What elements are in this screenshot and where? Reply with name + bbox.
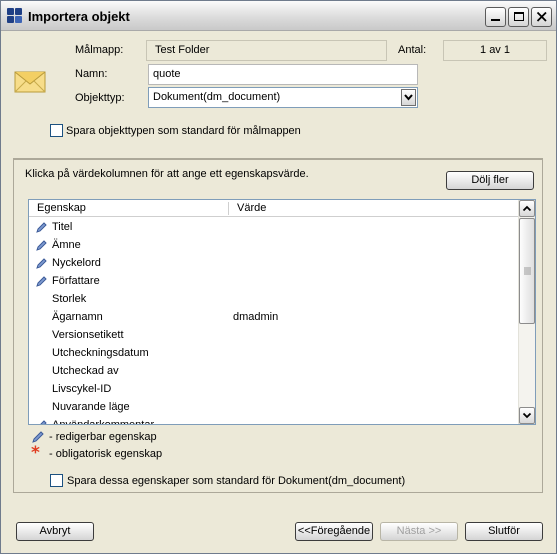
- property-name: Nuvarande läge: [52, 401, 130, 413]
- scroll-up-button[interactable]: [519, 200, 535, 217]
- property-value[interactable]: [233, 275, 513, 289]
- legend-required: - obligatorisk egenskap: [49, 448, 163, 460]
- property-name: Storlek: [52, 293, 87, 305]
- maximize-icon: [514, 12, 524, 21]
- cancel-button[interactable]: Avbryt: [16, 522, 94, 541]
- pencil-icon: [36, 276, 47, 287]
- app-logo-icon: [7, 8, 23, 24]
- table-row[interactable]: Titel: [29, 218, 518, 236]
- table-row[interactable]: Nyckelord: [29, 254, 518, 272]
- save-props-default-checkbox[interactable]: [50, 474, 63, 487]
- chevron-down-icon: [404, 94, 413, 101]
- count-label: Antal:: [398, 44, 427, 56]
- name-input[interactable]: quote: [148, 64, 418, 85]
- property-value[interactable]: dmadmin: [233, 311, 513, 325]
- pencil-icon: [36, 258, 47, 269]
- table-body: Titel Ämne Nyckelord Författare Storlek Ägarn…: [29, 218, 518, 424]
- property-name: Nyckelord: [52, 257, 101, 269]
- table-row[interactable]: Livscykel-ID: [29, 380, 518, 398]
- properties-table: Egenskap Värde Titel Ämne Nyckelord Författ…: [28, 199, 536, 425]
- scroll-thumb[interactable]: [519, 218, 535, 324]
- table-row[interactable]: Utcheckad av: [29, 362, 518, 380]
- minimize-icon: [491, 19, 500, 21]
- object-type-value: Dokument(dm_document): [153, 91, 281, 103]
- properties-instruction: Klicka på värdekolumnen för att ange ett…: [25, 168, 309, 180]
- chevron-up-icon: [522, 205, 532, 212]
- property-name: Författare: [52, 275, 100, 287]
- property-value[interactable]: [233, 419, 513, 424]
- table-header: Egenskap Värde: [29, 200, 518, 217]
- property-value[interactable]: [233, 221, 513, 235]
- property-value[interactable]: [233, 401, 513, 415]
- scroll-down-button[interactable]: [519, 407, 535, 424]
- table-row[interactable]: Användarkommentar: [29, 416, 518, 424]
- property-value[interactable]: [233, 293, 513, 307]
- property-name: Livscykel-ID: [52, 383, 112, 395]
- table-row[interactable]: Versionsetikett: [29, 326, 518, 344]
- window-title: Importera objekt: [28, 9, 130, 24]
- envelope-icon: [14, 71, 46, 93]
- table-row[interactable]: Författare: [29, 272, 518, 290]
- name-label: Namn:: [75, 68, 108, 80]
- column-header-value[interactable]: Värde: [237, 202, 266, 214]
- property-value[interactable]: [233, 257, 513, 271]
- property-value[interactable]: [233, 329, 513, 343]
- import-dialog: Importera objekt Målmapp: Test Folder An…: [0, 0, 557, 554]
- table-row[interactable]: Utcheckningsdatum: [29, 344, 518, 362]
- column-header-property[interactable]: Egenskap: [37, 202, 86, 214]
- properties-panel: Klicka på värdekolumnen för att ange ett…: [13, 159, 543, 493]
- pencil-icon: [36, 240, 47, 251]
- property-name: Titel: [52, 221, 73, 233]
- title-bar[interactable]: Importera objekt: [1, 1, 556, 31]
- property-name: Användarkommentar: [52, 419, 154, 424]
- property-name: Utcheckningsdatum: [52, 347, 149, 359]
- dropdown-button[interactable]: [401, 89, 416, 106]
- grip-icon: [524, 267, 531, 275]
- property-value[interactable]: [233, 383, 513, 397]
- table-row[interactable]: Nuvarande läge: [29, 398, 518, 416]
- property-value[interactable]: [233, 365, 513, 379]
- legend-editable: - redigerbar egenskap: [49, 431, 157, 443]
- dialog-body: Målmapp: Test Folder Antal: 1 av 1 Namn:…: [6, 33, 551, 549]
- pencil-icon: [36, 222, 47, 233]
- save-props-default-label: Spara dessa egenskaper som standard för …: [67, 475, 406, 487]
- object-type-select[interactable]: Dokument(dm_document): [148, 87, 418, 108]
- property-value[interactable]: [233, 347, 513, 361]
- table-row[interactable]: Ämne: [29, 236, 518, 254]
- chevron-down-icon: [522, 412, 532, 419]
- object-type-label: Objekttyp:: [75, 92, 125, 104]
- property-name: Ämne: [52, 239, 81, 251]
- table-row[interactable]: Storlek: [29, 290, 518, 308]
- finish-button[interactable]: Slutför: [465, 522, 543, 541]
- target-folder-field: Test Folder: [146, 40, 387, 61]
- property-name: Ägarnamn: [52, 311, 103, 323]
- count-field: 1 av 1: [443, 40, 547, 61]
- pencil-icon: [32, 431, 44, 443]
- table-row[interactable]: Ägarnamn dmadmin: [29, 308, 518, 326]
- property-name: Versionsetikett: [52, 329, 124, 341]
- maximize-button[interactable]: [508, 7, 529, 27]
- hide-more-button[interactable]: Dölj fler: [446, 171, 534, 190]
- column-divider[interactable]: [228, 202, 229, 215]
- previous-button[interactable]: <<Föregående: [295, 522, 373, 541]
- pencil-icon: [40, 420, 47, 424]
- save-type-default-label: Spara objekttypen som standard för målma…: [66, 125, 301, 137]
- save-type-default-checkbox[interactable]: [50, 124, 63, 137]
- property-name: Utcheckad av: [52, 365, 119, 377]
- asterisk-icon: *: [31, 443, 40, 463]
- target-folder-label: Målmapp:: [75, 44, 124, 56]
- close-icon: [536, 11, 547, 22]
- vertical-scrollbar[interactable]: [518, 200, 535, 424]
- property-value[interactable]: [233, 239, 513, 253]
- close-button[interactable]: [531, 7, 552, 27]
- next-button[interactable]: Nästa >>: [380, 522, 458, 541]
- minimize-button[interactable]: [485, 7, 506, 27]
